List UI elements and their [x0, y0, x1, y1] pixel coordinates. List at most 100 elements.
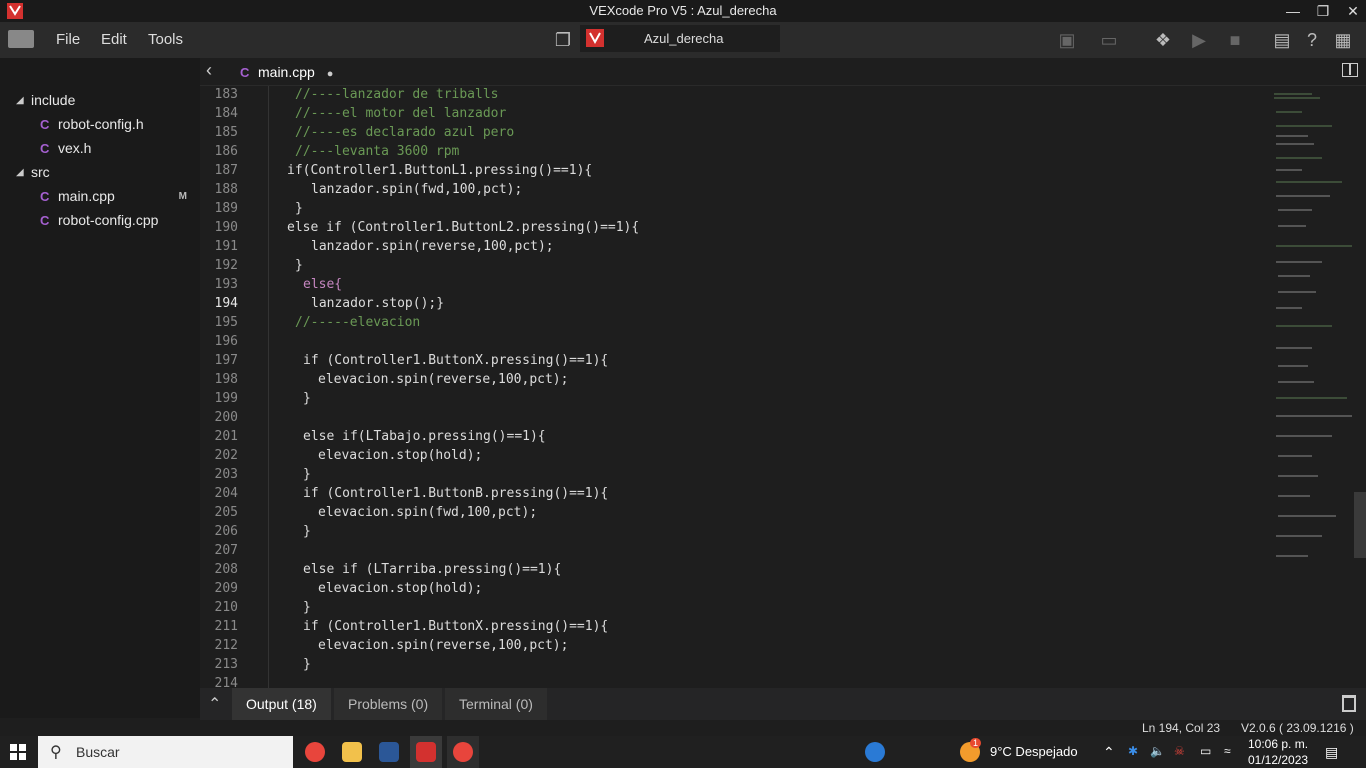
chrome-task-active[interactable]	[447, 736, 479, 768]
code-line: lanzador.spin(reverse,100,pct);	[311, 239, 554, 254]
line-number: 204	[214, 486, 238, 501]
battery-icon[interactable]: ▭	[1200, 744, 1211, 758]
line-number: 214	[214, 676, 238, 688]
line-number: 208	[214, 562, 238, 577]
clear-output-trash-icon[interactable]	[1342, 695, 1356, 712]
file-vex-h[interactable]: Cvex.h	[40, 140, 91, 156]
vex-flag-icon	[586, 29, 604, 47]
code-line: else{	[303, 277, 343, 292]
modified-badge: M	[178, 191, 187, 202]
windows-start-icon[interactable]	[10, 744, 26, 760]
code-line: }	[295, 258, 303, 273]
help-app-icon[interactable]	[865, 742, 885, 762]
code-line: else if (Controller1.ButtonL2.pressing()…	[287, 220, 640, 235]
search-placeholder: Buscar	[76, 744, 120, 760]
editor-scrollbar[interactable]	[1354, 492, 1366, 558]
collapse-panel-icon[interactable]: ⌃	[208, 694, 221, 714]
play-icon[interactable]: ▶	[1188, 30, 1210, 50]
menu-edit[interactable]: Edit	[101, 31, 127, 48]
download-icon[interactable]: ❖	[1152, 30, 1174, 50]
clock-date[interactable]: 01/12/2023	[1248, 753, 1308, 767]
title-bar: VEXcode Pro V5 : Azul_derecha — ❐ ✕	[0, 0, 1366, 22]
menu-tools[interactable]: Tools	[148, 31, 183, 48]
stop-icon[interactable]: ■	[1224, 30, 1246, 50]
cpp-file-icon: C	[40, 213, 50, 228]
file-label: robot-config.cpp	[58, 212, 159, 228]
expand-arrow-icon[interactable]: ◢	[16, 95, 24, 106]
word-icon[interactable]	[379, 742, 399, 762]
app-tray-icon[interactable]: ☠	[1174, 744, 1185, 758]
taskbar: ⚲ Buscar 1 9°C Despejado ⌃ ✱ 🔈 ☠ ▭ ≈ 10:…	[0, 736, 1366, 768]
line-number: 213	[214, 657, 238, 672]
code-line: lanzador.spin(fwd,100,pct);	[311, 182, 523, 197]
line-number: 187	[214, 163, 238, 178]
window-title: VEXcode Pro V5 : Azul_derecha	[589, 3, 777, 18]
tab-output[interactable]: Output (18)	[232, 688, 331, 720]
minimap[interactable]	[1272, 86, 1356, 586]
clock-time[interactable]: 10:06 p. m.	[1248, 737, 1308, 751]
notifications-icon[interactable]: ▤	[1325, 744, 1338, 761]
search-icon: ⚲	[50, 744, 62, 761]
code-editor[interactable]: 183 //----lanzador de triballs 184 //---…	[200, 86, 1366, 688]
cpp-file-icon: C	[240, 65, 250, 80]
split-view-icon[interactable]	[1342, 63, 1358, 77]
back-arrow-icon[interactable]: ‹	[206, 60, 212, 81]
show-hidden-icons-icon[interactable]: ⌃	[1103, 744, 1115, 761]
tab-problems[interactable]: Problems (0)	[334, 688, 443, 720]
vexcode-task-active[interactable]	[410, 736, 442, 768]
code-line: else if(LTabajo.pressing()==1){	[303, 429, 546, 444]
line-number: 196	[214, 334, 238, 349]
controller-icon[interactable]: ▣	[1056, 30, 1078, 50]
volume-icon[interactable]: 🔈	[1150, 744, 1165, 758]
close-button[interactable]: ✕	[1338, 0, 1366, 22]
code-line: }	[303, 391, 311, 406]
line-number: 188	[214, 182, 238, 197]
file-label: robot-config.h	[58, 116, 144, 132]
menu-bar: File Edit Tools ❐ Azul_derecha ▣ ▭ ❖ ▶ ■…	[0, 22, 1366, 58]
code-line: elevacion.spin(reverse,100,pct);	[318, 638, 569, 653]
line-number: 206	[214, 524, 238, 539]
tab-main-cpp[interactable]: Cmain.cpp ●	[240, 64, 333, 80]
menu-file[interactable]: File	[56, 31, 80, 48]
line-number: 183	[214, 87, 238, 102]
code-line: if (Controller1.ButtonX.pressing()==1){	[303, 353, 609, 368]
cpp-file-icon: C	[40, 189, 50, 204]
maximize-button[interactable]: ❐	[1308, 0, 1338, 22]
project-name-box[interactable]: Azul_derecha	[580, 25, 780, 52]
line-number: 202	[214, 448, 238, 463]
bluetooth-icon[interactable]: ✱	[1128, 744, 1138, 758]
minimize-button[interactable]: —	[1278, 0, 1308, 22]
line-number: 193	[214, 277, 238, 292]
help-icon[interactable]: ?	[1301, 30, 1323, 50]
code-line: //-----elevacion	[295, 315, 421, 330]
indent-guide	[268, 86, 269, 688]
expand-arrow-icon[interactable]: ◢	[16, 167, 24, 178]
brain-icon[interactable]: ▭	[1098, 30, 1120, 50]
device-info-icon[interactable]: ▤	[1271, 30, 1293, 50]
tab-label: main.cpp	[258, 64, 315, 80]
folder-include[interactable]: ◢ include	[16, 92, 75, 108]
folder-label: src	[31, 164, 50, 180]
line-number: 201	[214, 429, 238, 444]
weather-text[interactable]: 9°C Despejado	[990, 744, 1078, 759]
tab-terminal[interactable]: Terminal (0)	[445, 688, 547, 720]
file-main-cpp[interactable]: Cmain.cpp M	[40, 188, 190, 204]
tutorials-icon[interactable]: ▦	[1332, 30, 1354, 50]
vexcode-logo-icon[interactable]	[8, 30, 34, 48]
line-number: 211	[214, 619, 238, 634]
file-explorer-icon[interactable]	[342, 742, 362, 762]
cursor-position: Ln 194, Col 23	[1142, 721, 1221, 735]
file-robot-config-h[interactable]: Crobot-config.h	[40, 116, 144, 132]
chrome-icon[interactable]	[305, 742, 325, 762]
folder-src[interactable]: ◢ src	[16, 164, 50, 180]
line-number: 210	[214, 600, 238, 615]
wifi-icon[interactable]: ≈	[1224, 744, 1231, 758]
code-line: }	[303, 600, 311, 615]
bottom-panel: ⌃ Output (18) Problems (0) Terminal (0)	[200, 688, 1366, 720]
code-line: }	[303, 657, 311, 672]
line-number: 212	[214, 638, 238, 653]
editor-tab-bar: ‹ Cmain.cpp ●	[200, 58, 1366, 86]
copy-icon[interactable]: ❐	[552, 30, 574, 50]
taskbar-search[interactable]: ⚲ Buscar	[38, 736, 293, 768]
file-robot-config-cpp[interactable]: Crobot-config.cpp	[40, 212, 158, 228]
